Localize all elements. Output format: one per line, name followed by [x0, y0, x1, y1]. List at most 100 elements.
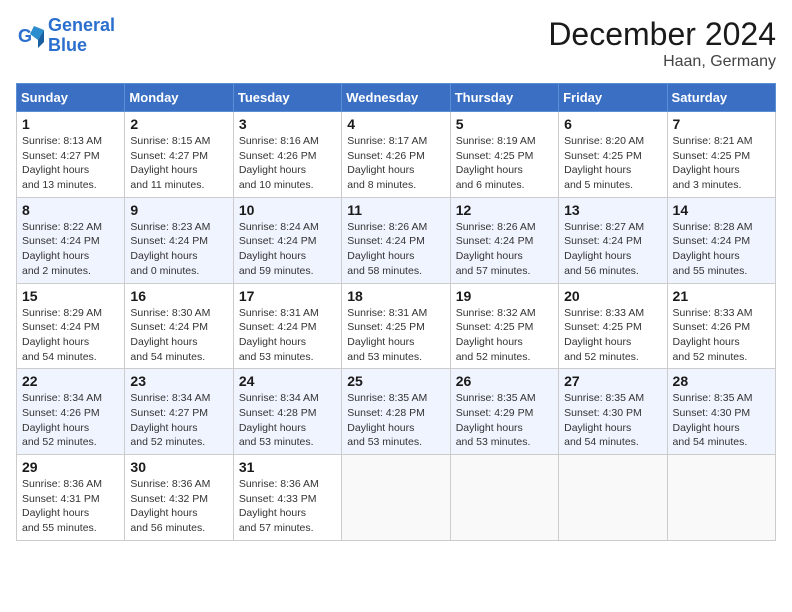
day-number: 24 — [239, 373, 336, 389]
day-cell-28: 28 Sunrise: 8:35 AMSunset: 4:30 PMDaylig… — [667, 369, 775, 455]
day-cell-3: 3 Sunrise: 8:16 AMSunset: 4:26 PMDayligh… — [233, 112, 341, 198]
title-block: December 2024 Haan, Germany — [548, 16, 776, 71]
day-cell-27: 27 Sunrise: 8:35 AMSunset: 4:30 PMDaylig… — [559, 369, 667, 455]
day-info: Sunrise: 8:24 AMSunset: 4:24 PMDaylight … — [239, 220, 336, 279]
day-number: 16 — [130, 288, 227, 304]
day-number: 22 — [22, 373, 119, 389]
day-number: 4 — [347, 116, 444, 132]
day-number: 9 — [130, 202, 227, 218]
calendar-header-tuesday: Tuesday — [233, 84, 341, 112]
day-cell-10: 10 Sunrise: 8:24 AMSunset: 4:24 PMDaylig… — [233, 197, 341, 283]
day-info: Sunrise: 8:34 AMSunset: 4:28 PMDaylight … — [239, 391, 336, 450]
empty-cell — [667, 455, 775, 541]
day-cell-13: 13 Sunrise: 8:27 AMSunset: 4:24 PMDaylig… — [559, 197, 667, 283]
calendar-header-thursday: Thursday — [450, 84, 558, 112]
day-info: Sunrise: 8:36 AMSunset: 4:33 PMDaylight … — [239, 477, 336, 536]
day-info: Sunrise: 8:35 AMSunset: 4:30 PMDaylight … — [564, 391, 661, 450]
day-cell-4: 4 Sunrise: 8:17 AMSunset: 4:26 PMDayligh… — [342, 112, 450, 198]
day-number: 27 — [564, 373, 661, 389]
day-cell-23: 23 Sunrise: 8:34 AMSunset: 4:27 PMDaylig… — [125, 369, 233, 455]
logo-text: General Blue — [48, 16, 115, 56]
day-cell-22: 22 Sunrise: 8:34 AMSunset: 4:26 PMDaylig… — [17, 369, 125, 455]
day-cell-11: 11 Sunrise: 8:26 AMSunset: 4:24 PMDaylig… — [342, 197, 450, 283]
day-number: 18 — [347, 288, 444, 304]
day-info: Sunrise: 8:35 AMSunset: 4:30 PMDaylight … — [673, 391, 770, 450]
day-number: 7 — [673, 116, 770, 132]
day-cell-1: 1 Sunrise: 8:13 AMSunset: 4:27 PMDayligh… — [17, 112, 125, 198]
day-info: Sunrise: 8:27 AMSunset: 4:24 PMDaylight … — [564, 220, 661, 279]
day-number: 25 — [347, 373, 444, 389]
day-number: 31 — [239, 459, 336, 475]
day-number: 20 — [564, 288, 661, 304]
day-cell-20: 20 Sunrise: 8:33 AMSunset: 4:25 PMDaylig… — [559, 283, 667, 369]
page-header: G General Blue December 2024 Haan, Germa… — [16, 16, 776, 71]
day-number: 29 — [22, 459, 119, 475]
day-number: 15 — [22, 288, 119, 304]
day-info: Sunrise: 8:35 AMSunset: 4:29 PMDaylight … — [456, 391, 553, 450]
day-number: 17 — [239, 288, 336, 304]
day-number: 21 — [673, 288, 770, 304]
day-cell-7: 7 Sunrise: 8:21 AMSunset: 4:25 PMDayligh… — [667, 112, 775, 198]
day-info: Sunrise: 8:20 AMSunset: 4:25 PMDaylight … — [564, 134, 661, 193]
calendar-week-row-2: 8 Sunrise: 8:22 AMSunset: 4:24 PMDayligh… — [17, 197, 776, 283]
empty-cell — [450, 455, 558, 541]
day-info: Sunrise: 8:33 AMSunset: 4:25 PMDaylight … — [564, 306, 661, 365]
day-cell-21: 21 Sunrise: 8:33 AMSunset: 4:26 PMDaylig… — [667, 283, 775, 369]
logo: G General Blue — [16, 16, 115, 56]
day-number: 5 — [456, 116, 553, 132]
empty-cell — [342, 455, 450, 541]
day-cell-14: 14 Sunrise: 8:28 AMSunset: 4:24 PMDaylig… — [667, 197, 775, 283]
day-number: 6 — [564, 116, 661, 132]
calendar-week-row-5: 29 Sunrise: 8:36 AMSunset: 4:31 PMDaylig… — [17, 455, 776, 541]
day-number: 28 — [673, 373, 770, 389]
day-info: Sunrise: 8:31 AMSunset: 4:25 PMDaylight … — [347, 306, 444, 365]
month-title: December 2024 — [548, 16, 776, 53]
day-number: 26 — [456, 373, 553, 389]
day-info: Sunrise: 8:15 AMSunset: 4:27 PMDaylight … — [130, 134, 227, 193]
day-number: 2 — [130, 116, 227, 132]
day-info: Sunrise: 8:19 AMSunset: 4:25 PMDaylight … — [456, 134, 553, 193]
day-info: Sunrise: 8:23 AMSunset: 4:24 PMDaylight … — [130, 220, 227, 279]
day-cell-26: 26 Sunrise: 8:35 AMSunset: 4:29 PMDaylig… — [450, 369, 558, 455]
svg-text:G: G — [18, 26, 32, 46]
calendar-header-saturday: Saturday — [667, 84, 775, 112]
logo-icon: G — [16, 22, 44, 50]
day-cell-6: 6 Sunrise: 8:20 AMSunset: 4:25 PMDayligh… — [559, 112, 667, 198]
day-info: Sunrise: 8:30 AMSunset: 4:24 PMDaylight … — [130, 306, 227, 365]
calendar-week-row-3: 15 Sunrise: 8:29 AMSunset: 4:24 PMDaylig… — [17, 283, 776, 369]
day-number: 23 — [130, 373, 227, 389]
calendar-table: SundayMondayTuesdayWednesdayThursdayFrid… — [16, 83, 776, 541]
empty-cell — [559, 455, 667, 541]
day-info: Sunrise: 8:16 AMSunset: 4:26 PMDaylight … — [239, 134, 336, 193]
day-info: Sunrise: 8:26 AMSunset: 4:24 PMDaylight … — [456, 220, 553, 279]
location: Haan, Germany — [548, 53, 776, 71]
day-cell-8: 8 Sunrise: 8:22 AMSunset: 4:24 PMDayligh… — [17, 197, 125, 283]
day-info: Sunrise: 8:29 AMSunset: 4:24 PMDaylight … — [22, 306, 119, 365]
day-cell-2: 2 Sunrise: 8:15 AMSunset: 4:27 PMDayligh… — [125, 112, 233, 198]
day-info: Sunrise: 8:34 AMSunset: 4:27 PMDaylight … — [130, 391, 227, 450]
calendar-header-friday: Friday — [559, 84, 667, 112]
day-info: Sunrise: 8:22 AMSunset: 4:24 PMDaylight … — [22, 220, 119, 279]
day-number: 12 — [456, 202, 553, 218]
day-info: Sunrise: 8:34 AMSunset: 4:26 PMDaylight … — [22, 391, 119, 450]
day-cell-31: 31 Sunrise: 8:36 AMSunset: 4:33 PMDaylig… — [233, 455, 341, 541]
day-cell-16: 16 Sunrise: 8:30 AMSunset: 4:24 PMDaylig… — [125, 283, 233, 369]
day-cell-17: 17 Sunrise: 8:31 AMSunset: 4:24 PMDaylig… — [233, 283, 341, 369]
day-cell-19: 19 Sunrise: 8:32 AMSunset: 4:25 PMDaylig… — [450, 283, 558, 369]
day-info: Sunrise: 8:33 AMSunset: 4:26 PMDaylight … — [673, 306, 770, 365]
day-number: 30 — [130, 459, 227, 475]
day-info: Sunrise: 8:36 AMSunset: 4:31 PMDaylight … — [22, 477, 119, 536]
calendar-header-monday: Monday — [125, 84, 233, 112]
day-cell-29: 29 Sunrise: 8:36 AMSunset: 4:31 PMDaylig… — [17, 455, 125, 541]
day-cell-30: 30 Sunrise: 8:36 AMSunset: 4:32 PMDaylig… — [125, 455, 233, 541]
day-number: 8 — [22, 202, 119, 218]
day-info: Sunrise: 8:28 AMSunset: 4:24 PMDaylight … — [673, 220, 770, 279]
day-cell-9: 9 Sunrise: 8:23 AMSunset: 4:24 PMDayligh… — [125, 197, 233, 283]
day-info: Sunrise: 8:21 AMSunset: 4:25 PMDaylight … — [673, 134, 770, 193]
calendar-header-wednesday: Wednesday — [342, 84, 450, 112]
day-number: 10 — [239, 202, 336, 218]
day-number: 14 — [673, 202, 770, 218]
calendar-week-row-1: 1 Sunrise: 8:13 AMSunset: 4:27 PMDayligh… — [17, 112, 776, 198]
day-cell-12: 12 Sunrise: 8:26 AMSunset: 4:24 PMDaylig… — [450, 197, 558, 283]
calendar-header-row: SundayMondayTuesdayWednesdayThursdayFrid… — [17, 84, 776, 112]
